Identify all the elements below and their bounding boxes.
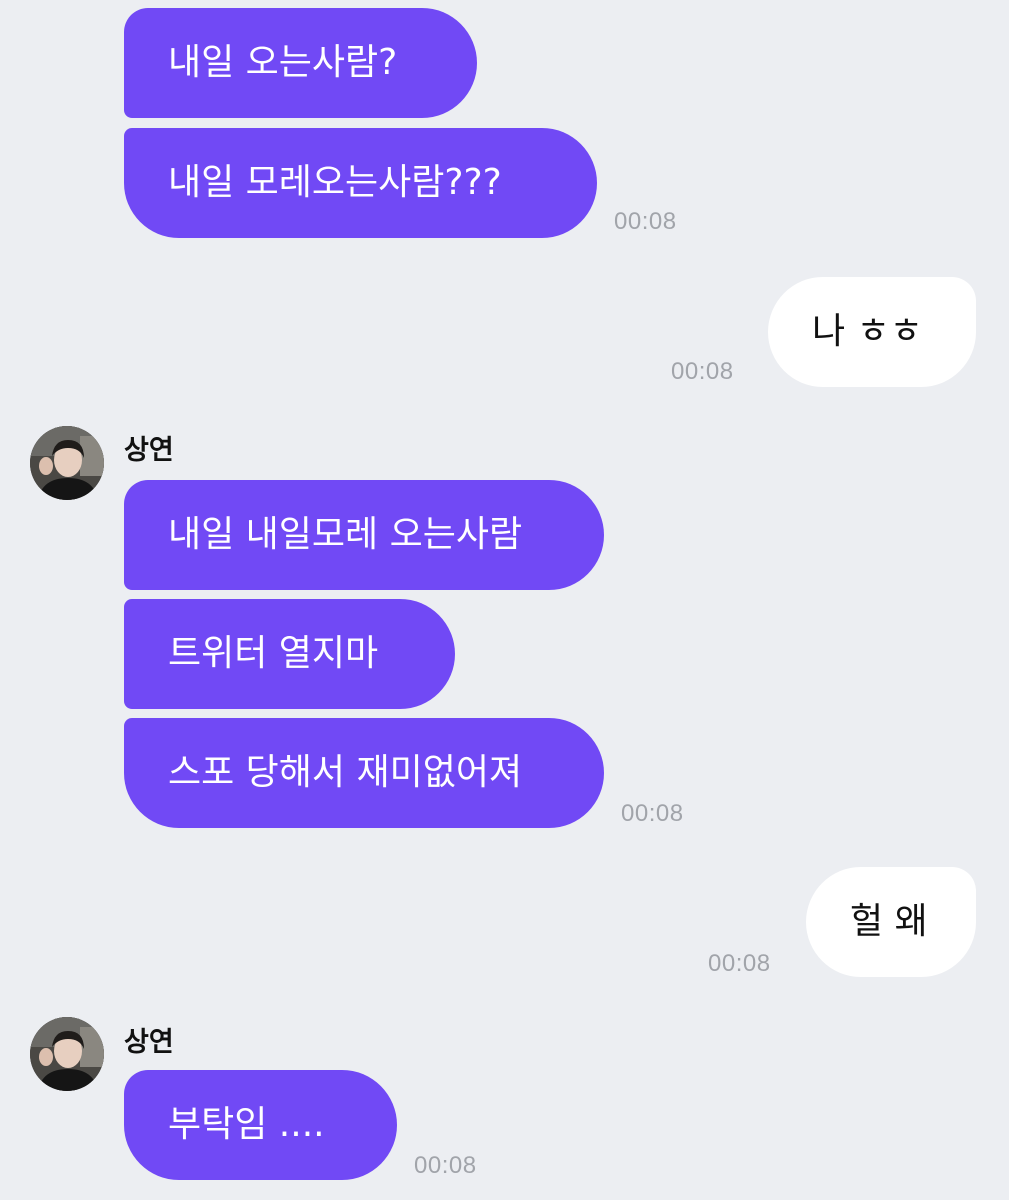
incoming-message-bubble[interactable]: 트위터 열지마 [124, 599, 455, 709]
chat-conversation: 내일 오는사람? 내일 모레오는사람??? 00:08 00:08 나 ㅎㅎ 상… [0, 0, 1009, 1200]
sender-avatar[interactable] [30, 426, 104, 500]
sender-name: 상연 [124, 435, 174, 466]
incoming-message-bubble[interactable]: 내일 오는사람? [124, 8, 477, 118]
sender-avatar[interactable] [30, 1017, 104, 1091]
message-timestamp: 00:08 [621, 800, 684, 827]
avatar-photo-icon [30, 1017, 104, 1091]
incoming-message-bubble[interactable]: 스포 당해서 재미없어져 [124, 718, 604, 828]
outgoing-message-bubble[interactable]: 헐 왜 [806, 867, 976, 977]
message-timestamp: 00:08 [614, 208, 677, 235]
sender-name: 상연 [124, 1027, 174, 1058]
incoming-message-bubble[interactable]: 부탁임 .... [124, 1070, 397, 1180]
outgoing-message-bubble[interactable]: 나 ㅎㅎ [768, 277, 976, 387]
incoming-message-bubble[interactable]: 내일 내일모레 오는사람 [124, 480, 604, 590]
message-timestamp: 00:08 [708, 950, 771, 977]
message-timestamp: 00:08 [671, 358, 734, 385]
message-timestamp: 00:08 [414, 1152, 477, 1179]
avatar-photo-icon [30, 426, 104, 500]
incoming-message-bubble[interactable]: 내일 모레오는사람??? [124, 128, 597, 238]
